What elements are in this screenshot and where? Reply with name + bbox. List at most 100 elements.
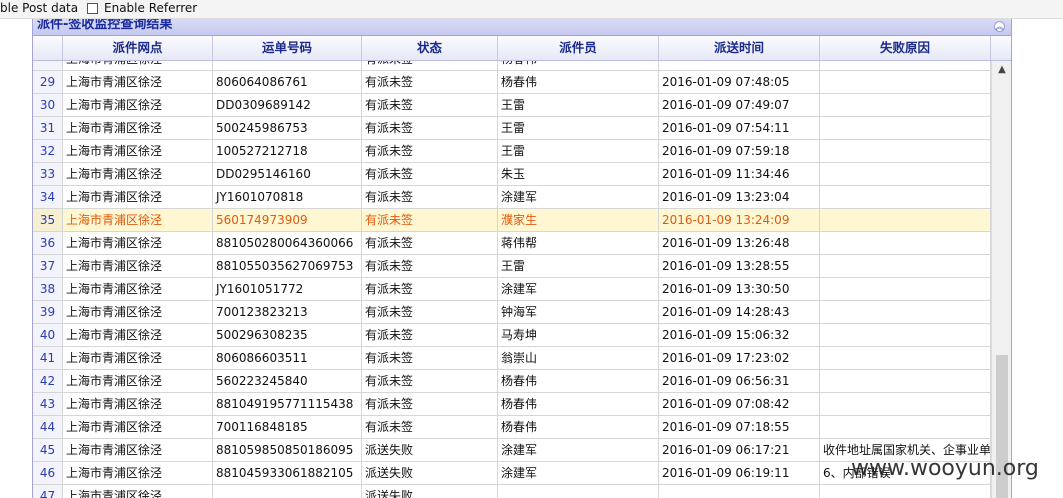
cell-waybill: 881045933061882105 [213,462,362,484]
row-index: 43 [33,393,63,415]
cell-courier: 马寿坤 [498,324,659,346]
cell-reason [820,370,991,392]
cell-status: 有派未签 [362,71,498,93]
table-row[interactable]: 33 上海市青浦区徐泾 DD0295146160 有派未签 朱玉 2016-01-09 1… [33,163,991,186]
row-index: 44 [33,416,63,438]
table-row[interactable]: 35 上海市青浦区徐泾 560174973909 有派未签 濮家生 2016-01-09 … [33,209,991,232]
table-row[interactable]: 30 上海市青浦区徐泾 DD0309689142 有派未签 王雷 2016-01-09 0… [33,94,991,117]
table-row[interactable]: 32 上海市青浦区徐泾 100527212718 有派未签 王雷 2016-01-09 0… [33,140,991,163]
cell-time: 2016-01-09 17:23:02 [659,347,820,369]
cell-waybill: 806064086761 [213,71,362,93]
cell-waybill: JY1601070818 [213,186,362,208]
table-row[interactable]: 41 上海市青浦区徐泾 806086603511 有派未签 翁崇山 2016-01-09 … [33,347,991,370]
vertical-scrollbar[interactable]: ▲ [991,61,1011,498]
results-panel: 派件-签收监控查询结果 ︽ 派件网点 运单号码 状态 派件员 派送时间 失败原因… [32,19,1012,498]
cell-courier: 杨春伟 [498,416,659,438]
cell-time: 2016-01-09 11:34:46 [659,163,820,185]
row-index: 35 [33,209,63,231]
scroll-up-icon[interactable]: ▲ [992,63,1011,77]
cell-reason [820,71,991,93]
table-row[interactable]: 40 上海市青浦区徐泾 500296308235 有派未签 马寿坤 2016-01-09 … [33,324,991,347]
cell-waybill [213,61,362,70]
cell-courier [498,485,659,498]
cell-time: 2016-01-09 14:28:43 [659,301,820,323]
chevron-up-icon[interactable]: ︽ [994,21,1005,32]
table-row[interactable]: 29 上海市青浦区徐泾 806064086761 有派未签 杨春伟 2016-01-09 … [33,71,991,94]
cell-reason [820,416,991,438]
cell-courier: 濮家生 [498,209,659,231]
cell-courier: 涂建军 [498,462,659,484]
cell-status: 有派未签 [362,94,498,116]
cell-time: 2016-01-09 07:49:07 [659,94,820,116]
row-index: 45 [33,439,63,461]
panel-title: 派件-签收监控查询结果 [37,19,173,32]
cell-site: 上海市青浦区徐泾 [63,347,213,369]
row-index: 40 [33,324,63,346]
cell-reason [820,324,991,346]
table-row[interactable]: 45 上海市青浦区徐泾 881059850850186095 派送失败 涂建军 2016-… [33,439,991,462]
header-index [33,36,63,60]
cell-status: 有派未签 [362,393,498,415]
cell-site: 上海市青浦区徐泾 [63,416,213,438]
table-row[interactable]: 46 上海市青浦区徐泾 881045933061882105 派送失败 涂建军 2016-… [33,462,991,485]
cell-time: 2016-01-09 15:06:32 [659,324,820,346]
cell-waybill: 700116848185 [213,416,362,438]
row-index: 47 [33,485,63,498]
cell-time: 2016-01-09 06:19:11 [659,462,820,484]
cell-courier: 涂建军 [498,186,659,208]
table-row[interactable]: 44 上海市青浦区徐泾 700116848185 有派未签 杨春伟 2016-01-09 … [33,416,991,439]
header-status[interactable]: 状态 [362,36,498,60]
header-reason[interactable]: 失败原因 [820,36,991,60]
cell-reason [820,347,991,369]
table-row[interactable]: 34 上海市青浦区徐泾 JY1601070818 有派未签 涂建军 2016-01-09 … [33,186,991,209]
cell-time: 2016-01-09 07:08:42 [659,393,820,415]
cell-status: 有派未签 [362,61,498,70]
cell-site: 上海市青浦区徐泾 [63,255,213,277]
enable-referrer-toggle[interactable]: Enable Referrer [87,0,197,16]
cell-time [659,61,820,70]
cell-site: 上海市青浦区徐泾 [63,186,213,208]
table-row[interactable]: 43 上海市青浦区徐泾 881049195771115438 有派未签 杨春伟 2016-… [33,393,991,416]
cell-reason [820,232,991,254]
cell-site: 上海市青浦区徐泾 [63,278,213,300]
cell-reason [820,209,991,231]
cell-status: 有派未签 [362,117,498,139]
cell-courier: 王雷 [498,94,659,116]
cell-courier: 钟海军 [498,301,659,323]
cell-reason [820,94,991,116]
table-row[interactable]: 42 上海市青浦区徐泾 560223245840 有派未签 杨春伟 2016-01-09 … [33,370,991,393]
table-row[interactable]: 36 上海市青浦区徐泾 881050280064360066 有派未签 蒋伟帮 2016-… [33,232,991,255]
header-time[interactable]: 派送时间 [659,36,820,60]
cell-courier: 杨春伟 [498,71,659,93]
cell-waybill: 881050280064360066 [213,232,362,254]
cell-site: 上海市青浦区徐泾 [63,94,213,116]
table-row[interactable]: 31 上海市青浦区徐泾 500245986753 有派未签 王雷 2016-01-09 0… [33,117,991,140]
cell-waybill: 806086603511 [213,347,362,369]
row-index [33,61,63,70]
cell-reason [820,163,991,185]
cell-status: 有派未签 [362,278,498,300]
cell-status: 有派未签 [362,255,498,277]
cell-waybill: 881055035627069753 [213,255,362,277]
table-row[interactable]: 38 上海市青浦区徐泾 JY1601051772 有派未签 涂建军 2016-01-09 … [33,278,991,301]
cell-reason [820,485,991,498]
browser-toolbar: ble Post data Enable Referrer [0,0,1063,19]
row-index: 31 [33,117,63,139]
cell-waybill: 500296308235 [213,324,362,346]
cell-status: 有派未签 [362,347,498,369]
header-site[interactable]: 派件网点 [63,36,213,60]
referrer-checkbox[interactable] [87,2,98,14]
cell-time: 2016-01-09 13:23:04 [659,186,820,208]
cell-site: 上海市青浦区徐泾 [63,393,213,415]
header-courier[interactable]: 派件员 [498,36,659,60]
table-row[interactable]: 37 上海市青浦区徐泾 881055035627069753 有派未签 王雷 2016-0… [33,255,991,278]
table-row[interactable]: 47 上海市青浦区徐泾 派送失败 [33,485,991,498]
table-row[interactable]: 上海市青浦区徐泾 有派未签杨春伟 [33,61,991,71]
left-gutter [0,19,32,498]
cell-courier: 王雷 [498,255,659,277]
cell-reason [820,117,991,139]
cell-status: 有派未签 [362,370,498,392]
cell-status: 有派未签 [362,232,498,254]
header-waybill[interactable]: 运单号码 [213,36,362,60]
table-row[interactable]: 39 上海市青浦区徐泾 700123823213 有派未签 钟海军 2016-01-09 … [33,301,991,324]
